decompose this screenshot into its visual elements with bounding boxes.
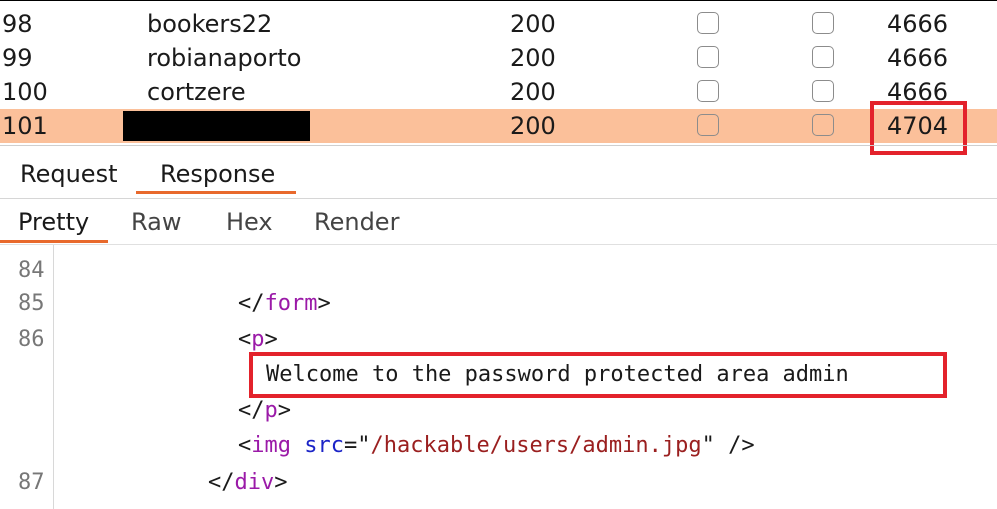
line-number: 86 bbox=[18, 327, 45, 352]
request-number: 98 bbox=[2, 10, 33, 38]
line-number: 87 bbox=[18, 470, 45, 495]
table-row[interactable]: 98 bookers22 200 4666 bbox=[0, 7, 997, 41]
tab-hex[interactable]: Hex bbox=[226, 208, 273, 236]
code-line: </p> bbox=[238, 398, 291, 423]
tab-request[interactable]: Request bbox=[20, 160, 118, 188]
error-checkbox[interactable] bbox=[697, 80, 719, 102]
request-number: 100 bbox=[2, 78, 48, 106]
line-number: 85 bbox=[18, 291, 45, 316]
tab-render[interactable]: Render bbox=[314, 208, 399, 236]
results-table: 98 bookers22 200 4666 99 robianaporto 20… bbox=[0, 0, 997, 155]
response-length: 4666 bbox=[887, 44, 949, 72]
request-response-tabs: Request Response bbox=[0, 145, 997, 199]
error-checkbox[interactable] bbox=[697, 46, 719, 68]
timeout-checkbox[interactable] bbox=[812, 114, 834, 136]
response-editor[interactable]: 84 85 </form> 86 <p> Welcome to the pass… bbox=[0, 245, 997, 509]
redacted-payload bbox=[123, 111, 310, 141]
tab-response[interactable]: Response bbox=[160, 160, 275, 188]
line-number: 84 bbox=[18, 258, 45, 283]
request-number: 99 bbox=[2, 44, 33, 72]
request-number: 101 bbox=[2, 112, 48, 140]
tab-pretty[interactable]: Pretty bbox=[18, 208, 89, 236]
timeout-checkbox[interactable] bbox=[812, 46, 834, 68]
payload: robianaporto bbox=[147, 44, 302, 72]
active-tab-indicator bbox=[136, 191, 296, 194]
view-mode-tabs: Pretty Raw Hex Render bbox=[0, 198, 997, 245]
error-checkbox[interactable] bbox=[697, 12, 719, 34]
active-view-indicator bbox=[0, 240, 108, 243]
code-line: </form> bbox=[238, 291, 331, 316]
gutter-divider bbox=[53, 245, 54, 509]
welcome-highlight-box bbox=[249, 352, 947, 398]
tab-raw[interactable]: Raw bbox=[131, 208, 181, 236]
table-row-selected[interactable]: 101 200 4704 bbox=[0, 109, 997, 143]
timeout-checkbox[interactable] bbox=[812, 12, 834, 34]
code-line: <img src="/hackable/users/admin.jpg" /> bbox=[238, 433, 755, 458]
timeout-checkbox[interactable] bbox=[812, 80, 834, 102]
response-length: 4666 bbox=[887, 10, 949, 38]
status-code: 200 bbox=[510, 10, 556, 38]
status-code: 200 bbox=[510, 112, 556, 140]
status-code: 200 bbox=[510, 44, 556, 72]
error-checkbox[interactable] bbox=[697, 114, 719, 136]
table-row[interactable]: 100 cortzere 200 4666 bbox=[0, 75, 997, 109]
code-line: </div> bbox=[208, 470, 288, 495]
payload: bookers22 bbox=[147, 10, 273, 38]
table-row[interactable]: 99 robianaporto 200 4666 bbox=[0, 41, 997, 75]
payload: cortzere bbox=[147, 78, 246, 106]
status-code: 200 bbox=[510, 78, 556, 106]
